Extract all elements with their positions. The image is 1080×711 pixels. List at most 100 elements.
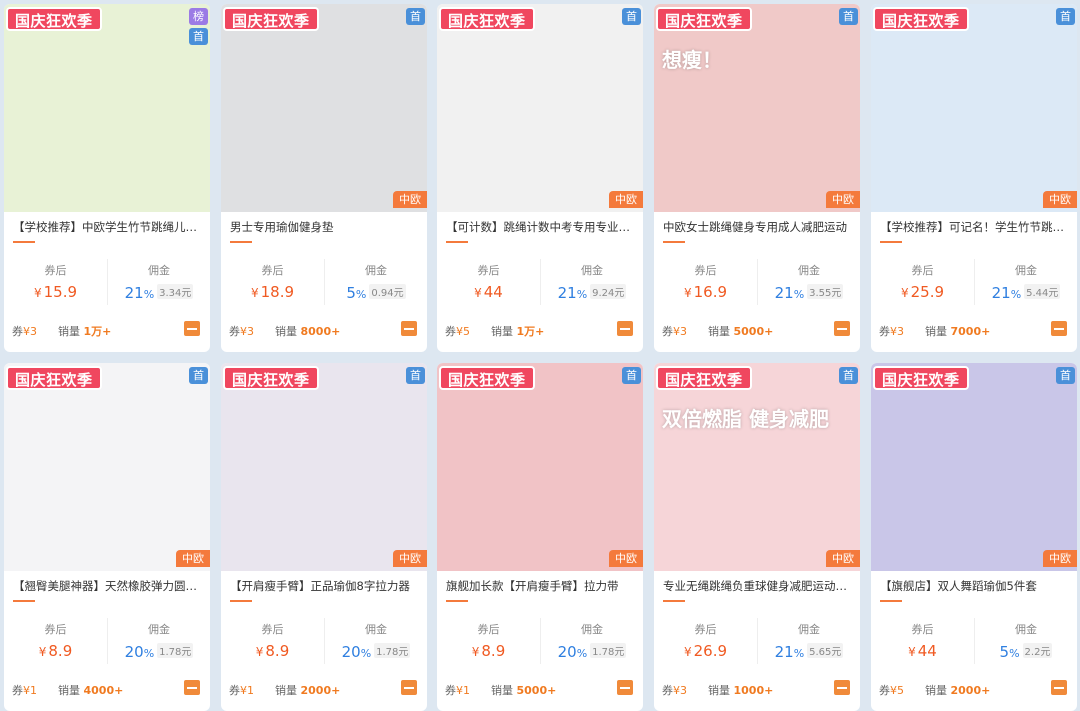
commission-value: 21% 9.24元 (541, 283, 643, 302)
card-footer: 券¥3 销量 1000+ (662, 679, 852, 699)
product-image[interactable] (4, 4, 210, 212)
price-stats: 券后 ¥25.9 佣金 21% 5.44元 (871, 259, 1077, 305)
commission-label: 佣金 (798, 264, 820, 277)
product-title[interactable]: 【学校推荐】中欧学生竹节跳绳儿童… (13, 219, 203, 235)
currency-symbol: ¥ (908, 645, 916, 659)
coupon-amount: 券¥5 (445, 325, 470, 338)
coupon-price: 券后 ¥25.9 (871, 259, 974, 305)
product-card[interactable]: 国庆狂欢季 首中欧 【可计数】跳绳计数中考专用专业跳绳 券后 ¥44 佣金 21% 9.24元… (437, 4, 643, 352)
product-title[interactable]: 专业无绳跳绳负重球健身减肥运动负… (663, 578, 853, 594)
product-card[interactable]: 国庆狂欢季首中欧 旗舰加长款【开肩瘦手臂】拉力带 券后 ¥8.9 佣金 20% 1.78元券… (437, 363, 643, 711)
product-card[interactable]: 国庆狂欢季 榜首【学校推荐】中欧学生竹节跳绳儿童… 券后 ¥15.9 佣金 21% 3.34… (4, 4, 210, 352)
product-title[interactable]: 旗舰加长款【开肩瘦手臂】拉力带 (446, 578, 636, 594)
first-badge: 首 (622, 367, 641, 384)
product-card[interactable]: 国庆狂欢季 首中欧 【旗舰店】双人舞蹈瑜伽5件套 券后 ¥44 佣金 5% 2.2元 券¥5 销量… (871, 363, 1077, 711)
shop-icon[interactable] (1051, 321, 1067, 336)
title-underline (880, 600, 902, 602)
product-card[interactable]: 国庆狂欢季 首中欧 【开肩瘦手臂】正品瑜伽8字拉力器 券后 ¥8.9 佣金 20% 1.78元… (221, 363, 427, 711)
product-title[interactable]: 【翘臀美腿神器】天然橡胶弹力圆拉… (13, 578, 203, 594)
coupon-price-label: 券后 (911, 623, 934, 636)
product-card[interactable]: 国庆狂欢季 首中欧 【翘臀美腿神器】天然橡胶弹力圆拉… 券后 ¥8.9 佣金 20% 1.78… (4, 363, 210, 711)
price-stats: 券后 ¥18.9 佣金 5% 0.94元 (221, 259, 427, 305)
title-underline (663, 600, 685, 602)
commission-value: 21% 5.65元 (758, 642, 860, 661)
commission-label: 佣金 (148, 623, 170, 636)
coupon-price-value: ¥44 (474, 283, 503, 301)
product-title[interactable]: 男士专用瑜伽健身垫 (230, 219, 420, 235)
first-badge: 首 (189, 28, 208, 45)
commission-amount: 1.78元 (157, 643, 194, 658)
shop-icon[interactable] (834, 321, 850, 336)
product-title[interactable]: 【可计数】跳绳计数中考专用专业跳绳 (446, 219, 636, 235)
commission-rate: 21% (557, 284, 588, 302)
shop-icon[interactable] (617, 321, 633, 336)
coupon-price-value: ¥15.9 (33, 283, 78, 301)
shop-icon[interactable] (184, 680, 200, 695)
first-badge: 首 (839, 8, 858, 25)
promo-tag: 国庆狂欢季 (223, 366, 319, 390)
product-title[interactable]: 【旗舰店】双人舞蹈瑜伽5件套 (880, 578, 1070, 594)
price-stats: 券后 ¥8.9 佣金 20% 1.78元 (4, 618, 210, 664)
commission-rate: 20% (557, 643, 588, 661)
commission-amount: 3.55元 (807, 284, 844, 299)
price-stats: 券后 ¥15.9 佣金 21% 3.34元 (4, 259, 210, 305)
coupon-price: 券后 ¥16.9 (654, 259, 757, 305)
shop-icon[interactable] (401, 680, 417, 695)
product-image[interactable] (871, 363, 1077, 571)
currency-symbol: ¥ (474, 286, 482, 300)
product-image[interactable] (437, 363, 643, 571)
product-card[interactable]: 国庆狂欢季 首中欧 【学校推荐】可记名！学生竹节跳绳… 券后 ¥25.9 佣金 21% 5.4… (871, 4, 1077, 352)
promo-tag: 国庆狂欢季 (656, 7, 752, 31)
product-card[interactable]: 国庆狂欢季 首中欧 男士专用瑜伽健身垫 券后 ¥18.9 佣金 5% 0.94元 券¥3 销量 8… (221, 4, 427, 352)
commission-value: 21% 3.55元 (758, 283, 860, 302)
commission-label: 佣金 (365, 264, 387, 277)
product-image[interactable] (4, 363, 210, 571)
commission-label: 佣金 (1015, 264, 1037, 277)
coupon-amount: 券¥3 (662, 684, 687, 697)
commission-rate: 20% (124, 643, 155, 661)
coupon-price-label: 券后 (694, 264, 717, 277)
commission-value: 5% 2.2元 (975, 642, 1077, 661)
product-image[interactable] (871, 4, 1077, 212)
price-stats: 券后 ¥26.9 佣金 21% 5.65元 (654, 618, 860, 664)
product-image[interactable] (437, 4, 643, 212)
product-title[interactable]: 中欧女士跳绳健身专用成人减肥运动 (663, 219, 853, 235)
product-card[interactable]: 想瘦！ 国庆狂欢季 首中欧 中欧女士跳绳健身专用成人减肥运动 券后 ¥16.9 佣金 21% 3… (654, 4, 860, 352)
card-footer: 券¥1 销量 4000+ (12, 679, 202, 699)
currency-symbol: ¥ (255, 645, 264, 659)
coupon-amount: 券¥1 (445, 684, 470, 697)
promo-tag: 国庆狂欢季 (439, 366, 535, 390)
coupon-price-value: ¥25.9 (900, 283, 945, 301)
product-grid: 国庆狂欢季榜首【学校推荐】中欧学生竹节跳绳儿童… 券后 ¥15.9 佣金 21% 3.34… (0, 0, 1080, 711)
product-image[interactable]: 双倍燃脂 健身减肥 (654, 363, 860, 571)
shop-icon[interactable] (401, 321, 417, 336)
coupon-price-label: 券后 (911, 264, 934, 277)
coupon-price-value: ¥8.9 (38, 642, 73, 660)
commission: 佣金 20% 1.78元 (107, 618, 210, 664)
product-image[interactable] (221, 363, 427, 571)
currency-symbol: ¥ (683, 286, 692, 300)
sales-count: 销量 1万+ (58, 325, 112, 338)
currency-symbol: ¥ (683, 645, 692, 659)
product-image[interactable]: 想瘦！ (654, 4, 860, 212)
shop-icon[interactable] (617, 680, 633, 695)
coupon-price-label: 券后 (477, 264, 500, 277)
commission: 佣金 20% 1.78元 (540, 618, 643, 664)
product-title[interactable]: 【学校推荐】可记名！学生竹节跳绳… (880, 219, 1070, 235)
coupon-price: 券后 ¥15.9 (4, 259, 107, 305)
coupon-price-label: 券后 (261, 264, 284, 277)
product-title[interactable]: 【开肩瘦手臂】正品瑜伽8字拉力器 (230, 578, 420, 594)
price-stats: 券后 ¥8.9 佣金 20% 1.78元 (437, 618, 643, 664)
shop-icon[interactable] (184, 321, 200, 336)
shop-icon[interactable] (834, 680, 850, 695)
promo-tag: 国庆狂欢季 (873, 366, 969, 390)
first-badge: 首 (406, 367, 425, 384)
coupon-amount: 券¥3 (12, 325, 37, 338)
card-footer: 券¥1 销量 5000+ (445, 679, 635, 699)
product-image[interactable] (221, 4, 427, 212)
shop-icon[interactable] (1051, 680, 1067, 695)
commission: 佣金 21% 9.24元 (540, 259, 643, 305)
product-image-text: 想瘦！ (662, 48, 722, 72)
product-card[interactable]: 双倍燃脂 健身减肥 国庆狂欢季 首中欧 专业无绳跳绳负重球健身减肥运动负… 券后 ¥26.… (654, 363, 860, 711)
title-underline (230, 241, 252, 243)
